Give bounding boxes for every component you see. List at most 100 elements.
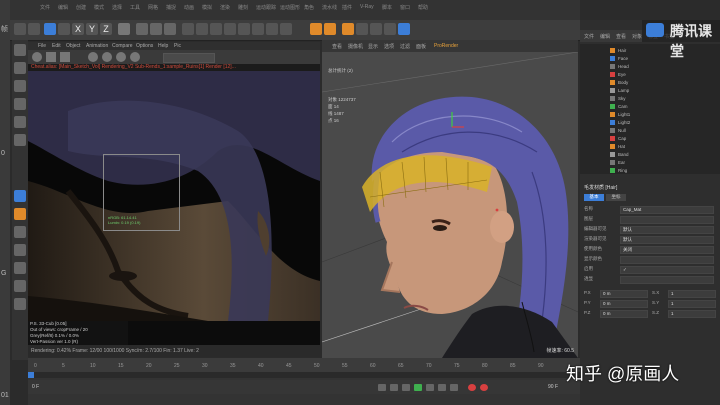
python-icon[interactable] [398,23,410,35]
menu-pipeline[interactable]: 流水线 [322,4,337,11]
move-tool-icon[interactable] [44,23,56,35]
prev-key-icon[interactable] [390,384,398,391]
tool-a-icon[interactable] [356,23,368,35]
rv-menu-object[interactable]: Object [66,43,80,49]
pen-icon[interactable] [196,23,208,35]
ev-menu-filter[interactable]: 过滤 [400,43,410,50]
attr-field[interactable] [620,276,714,284]
object-row[interactable]: Sky [582,96,718,102]
rv-menu-file[interactable]: File [38,43,46,49]
object-row[interactable]: Null [582,128,718,134]
autokey-icon[interactable] [480,384,488,391]
menu-sculpt[interactable]: 雕刻 [238,4,248,11]
menu-tools[interactable]: 工具 [130,4,140,11]
axis-x-button[interactable]: X [72,23,84,35]
ev-menu-panel[interactable]: 面板 [416,43,426,50]
attr-field[interactable] [620,256,714,264]
playhead[interactable] [28,372,34,378]
object-row[interactable]: Lamp [582,88,718,94]
object-row[interactable]: Ring [582,168,718,174]
ev-menu-view[interactable]: 查看 [332,43,342,50]
timeline-scrub-bar[interactable] [28,372,580,378]
rv-channel-select[interactable] [163,53,215,63]
menu-animate[interactable]: 动画 [184,4,194,11]
vray-icon[interactable] [310,23,322,35]
tool-edges-icon[interactable] [14,116,26,128]
scale-tool-icon[interactable] [58,23,70,35]
menu-mode[interactable]: 模式 [94,4,104,11]
menu-select[interactable]: 选择 [112,4,122,11]
object-row[interactable]: Body [582,80,718,86]
rv-eye-icon[interactable] [130,52,140,62]
om-menu-view[interactable]: 查看 [616,33,626,40]
array-icon[interactable] [224,23,236,35]
rv-menu-help[interactable]: Help [158,43,168,49]
coord-field[interactable]: 1 [668,310,716,318]
rv-render-icon[interactable] [32,52,42,62]
tool-model-icon[interactable] [14,44,26,56]
menu-help[interactable]: 帮助 [418,4,428,11]
coord-field[interactable]: 0 m [600,290,648,298]
om-menu-edit[interactable]: 编辑 [600,33,610,40]
attr-tab-coord[interactable]: 坐标 [606,194,626,201]
attr-field[interactable]: 关闭 [620,246,714,254]
coord-icon[interactable] [118,23,130,35]
tool-texture-icon[interactable] [14,62,26,74]
tool-lock-icon[interactable] [14,226,26,238]
timeline-ruler[interactable]: 0 5 10 15 20 25 30 35 40 45 50 55 60 65 70 75 80 85 90 [28,358,580,372]
render-settings-icon[interactable] [164,23,176,35]
object-row[interactable]: Band [582,152,718,158]
menu-script[interactable]: 脚本 [382,4,392,11]
menu-render[interactable]: 渲染 [220,4,230,11]
prev-frame-icon[interactable] [402,384,410,391]
om-menu-file[interactable]: 文件 [584,33,594,40]
menu-mesh[interactable]: 网格 [148,4,158,11]
object-row[interactable]: Cam [582,104,718,110]
vray-light-icon[interactable] [324,23,336,35]
object-row[interactable]: Ear [582,160,718,166]
menu-vray[interactable]: V-Ray [360,4,374,10]
rv-menu-compare[interactable]: Compare [112,43,133,49]
object-list[interactable]: Hair Face Head Eye Body Lamp Sky Cam Light1 Light… [580,44,720,174]
ev-menu-camera[interactable]: 摄像机 [348,43,363,50]
light-icon[interactable] [280,23,292,35]
object-row[interactable]: Hat [582,144,718,150]
menu-mograph[interactable]: 运动图形 [280,4,300,11]
ev-menu-display[interactable]: 显示 [368,43,378,50]
cube-icon[interactable] [182,23,194,35]
tool-c-icon[interactable] [384,23,396,35]
timeline[interactable]: 0 5 10 15 20 25 30 35 40 45 50 55 60 65 70 75 80 85 90 0 F… [28,358,580,405]
object-row[interactable]: Light2 [582,120,718,126]
attr-field[interactable] [620,216,714,224]
ev-menu-options[interactable]: 选项 [384,43,394,50]
rv-bulb-icon[interactable] [116,52,126,62]
menu-simulate[interactable]: 模拟 [202,4,212,11]
rv-color-icon[interactable] [88,52,98,62]
menu-file[interactable]: 文件 [40,4,50,11]
tool-enable-axis-icon[interactable] [14,190,26,202]
rv-menu-animation[interactable]: Animation [86,43,108,49]
om-menu-object[interactable]: 对象 [632,33,642,40]
menu-motion-track[interactable]: 运动跟踪 [256,4,276,11]
vray-render-icon[interactable] [342,23,354,35]
coord-field[interactable]: 1 [668,300,716,308]
ev-menu-prorender[interactable]: ProRender [434,43,458,49]
menu-character[interactable]: 角色 [304,4,314,11]
rv-menu-edit[interactable]: Edit [52,43,61,49]
coord-field[interactable]: 0 m [600,300,648,308]
play-icon[interactable] [414,384,422,391]
rv-menu-pic[interactable]: Pic [174,43,181,49]
rv-menu-options[interactable]: Options [136,43,153,49]
menu-create[interactable]: 创建 [76,4,86,11]
tool-snap-icon[interactable] [14,208,26,220]
menu-plugins[interactable]: 插件 [342,4,352,11]
record-icon[interactable] [468,384,476,391]
coord-field[interactable]: 0 m [600,310,648,318]
editor-viewport[interactable]: 查看 摄像机 显示 选项 过滤 面板 ProRender 总计统计 (2) 对象… [322,40,578,358]
attr-tab-basic[interactable]: 基本 [584,194,604,201]
tool-solo-icon[interactable] [14,262,26,274]
attr-field[interactable]: 默认 [620,226,714,234]
next-frame-icon[interactable] [426,384,434,391]
rv-lens-icon[interactable] [102,52,112,62]
tool-points-icon[interactable] [14,98,26,110]
